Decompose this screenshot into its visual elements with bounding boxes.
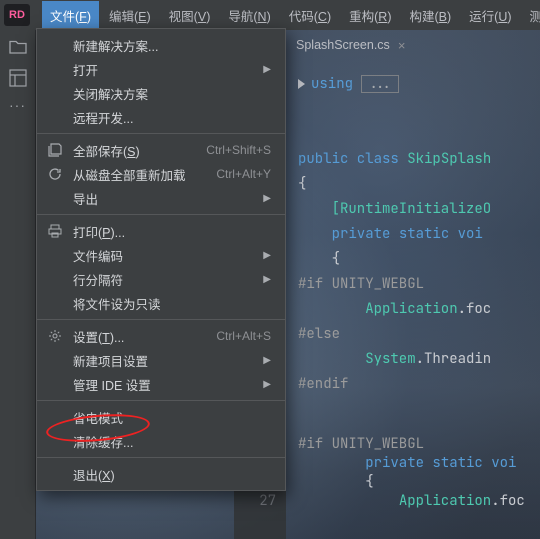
- menu-item-label: 新建解决方案...: [73, 36, 158, 55]
- menu-item-15[interactable]: 新建项目设置 ▶: [37, 348, 285, 372]
- menu-separator: [37, 400, 285, 401]
- menu-item-label: 从磁盘全部重新加载: [73, 165, 186, 184]
- reload-icon: [47, 166, 63, 182]
- menu-item-label: 省电模式: [73, 408, 123, 427]
- menu-item-0[interactable]: 新建解决方案...: [37, 33, 285, 57]
- menu-item-label: 导出: [73, 189, 98, 208]
- code-line: public class SkipSplash: [298, 147, 540, 172]
- menubar-item-0[interactable]: 文件(F): [42, 1, 99, 30]
- menu-item-label: 退出(X): [73, 465, 115, 484]
- menu-item-11[interactable]: 行分隔符 ▶: [37, 267, 285, 291]
- structure-icon[interactable]: [8, 68, 28, 88]
- menu-item-label: 关闭解决方案: [73, 84, 148, 103]
- menu-item-label: 打开: [73, 60, 98, 79]
- line-number: 27: [234, 492, 276, 511]
- code-line: private static voi: [298, 454, 540, 473]
- menu-item-label: 文件编码: [73, 246, 123, 265]
- menu-item-1[interactable]: 打开 ▶: [37, 57, 285, 81]
- menu-separator: [37, 319, 285, 320]
- menubar-item-7[interactable]: 运行(U): [461, 1, 519, 30]
- menu-item-9[interactable]: 打印(P)...: [37, 219, 285, 243]
- menu-item-19[interactable]: 清除缓存...: [37, 429, 285, 453]
- menu-item-shortcut: Ctrl+Alt+Y: [196, 167, 271, 181]
- menu-item-label: 管理 IDE 设置: [73, 375, 151, 394]
- menu-item-3[interactable]: 远程开发...: [37, 105, 285, 129]
- menu-item-18[interactable]: 省电模式: [37, 405, 285, 429]
- menubar-item-1[interactable]: 编辑(E): [101, 1, 159, 30]
- code-line: {: [298, 172, 540, 197]
- menu-separator: [37, 214, 285, 215]
- menubar: 文件(F)编辑(E)视图(V)导航(N)代码(C)重构(R)构建(B)运行(U)…: [36, 0, 540, 30]
- menu-item-label: 清除缓存...: [73, 432, 133, 451]
- chevron-right-icon: ▶: [243, 193, 271, 204]
- menu-item-5[interactable]: 全部保存(S) Ctrl+Shift+S: [37, 138, 285, 162]
- menu-item-label: 将文件设为只读: [73, 294, 161, 313]
- menu-item-14[interactable]: 设置(T)... Ctrl+Alt+S: [37, 324, 285, 348]
- menu-item-6[interactable]: 从磁盘全部重新加载 Ctrl+Alt+Y: [37, 162, 285, 186]
- code-line: #else: [298, 322, 540, 347]
- editor-tabs: SplashScreen.cs ×: [286, 30, 540, 60]
- code-line: [298, 397, 540, 416]
- code-line: Application.foc: [298, 297, 540, 322]
- code-line: private static voi: [298, 222, 540, 247]
- fold-placeholder[interactable]: ...: [361, 75, 398, 93]
- menubar-item-8[interactable]: 测试(T): [522, 1, 540, 30]
- code-line: System.Threadin: [298, 347, 540, 372]
- left-tool-strip: ···: [0, 30, 36, 539]
- menu-item-label: 远程开发...: [73, 108, 133, 127]
- menu-separator: [37, 457, 285, 458]
- chevron-right-icon: ▶: [243, 379, 271, 390]
- code-line: [298, 416, 540, 435]
- menubar-item-4[interactable]: 代码(C): [281, 1, 339, 30]
- tab-label: SplashScreen.cs: [296, 38, 390, 52]
- print-icon: [47, 223, 63, 239]
- menu-separator: [37, 133, 285, 134]
- code-content[interactable]: using ...public class SkipSplash{ [Runti…: [286, 60, 540, 539]
- menubar-item-5[interactable]: 重构(R): [341, 1, 399, 30]
- menu-item-shortcut: Ctrl+Shift+S: [186, 143, 271, 157]
- more-tools-icon[interactable]: ···: [9, 102, 26, 108]
- menu-item-2[interactable]: 关闭解决方案: [37, 81, 285, 105]
- menu-item-7[interactable]: 导出 ▶: [37, 186, 285, 210]
- gear-icon: [47, 328, 63, 344]
- menu-item-label: 设置(T)...: [73, 327, 124, 346]
- tab-splashscreen[interactable]: SplashScreen.cs ×: [286, 32, 415, 60]
- menu-item-16[interactable]: 管理 IDE 设置 ▶: [37, 372, 285, 396]
- menubar-item-3[interactable]: 导航(N): [220, 1, 278, 30]
- chevron-right-icon: ▶: [243, 64, 271, 75]
- menu-item-21[interactable]: 退出(X): [37, 462, 285, 486]
- file-menu-dropdown: 新建解决方案... 打开 ▶ 关闭解决方案远程开发... 全部保存(S) Ctrl+Shi…: [36, 28, 286, 491]
- menu-item-shortcut: Ctrl+Alt+S: [196, 329, 271, 343]
- close-icon[interactable]: ×: [398, 38, 406, 53]
- code-line: Application.foc: [298, 492, 540, 511]
- save-all-icon: [47, 142, 63, 158]
- folder-icon[interactable]: [8, 36, 28, 56]
- code-line: #endif: [298, 372, 540, 397]
- code-line: #if UNITY_WEBGL: [298, 435, 540, 454]
- menu-item-12[interactable]: 将文件设为只读: [37, 291, 285, 315]
- code-line: using ...: [298, 72, 540, 97]
- menu-item-label: 行分隔符: [73, 270, 123, 289]
- fold-chevron-icon[interactable]: [298, 79, 305, 89]
- code-line: [298, 122, 540, 147]
- code-line: {: [298, 247, 540, 272]
- menu-item-label: 全部保存(S): [73, 141, 140, 160]
- chevron-right-icon: ▶: [243, 355, 271, 366]
- code-line: [298, 97, 540, 122]
- code-line: [RuntimeInitializeO: [298, 197, 540, 222]
- menubar-item-2[interactable]: 视图(V): [161, 1, 219, 30]
- menu-item-label: 打印(P)...: [73, 222, 125, 241]
- menu-item-10[interactable]: 文件编码 ▶: [37, 243, 285, 267]
- chevron-right-icon: ▶: [243, 274, 271, 285]
- code-line: #if UNITY_WEBGL: [298, 272, 540, 297]
- code-line: {: [298, 473, 540, 492]
- app-logo: RD: [4, 4, 30, 26]
- menu-item-label: 新建项目设置: [73, 351, 148, 370]
- chevron-right-icon: ▶: [243, 250, 271, 261]
- menubar-item-6[interactable]: 构建(B): [401, 1, 459, 30]
